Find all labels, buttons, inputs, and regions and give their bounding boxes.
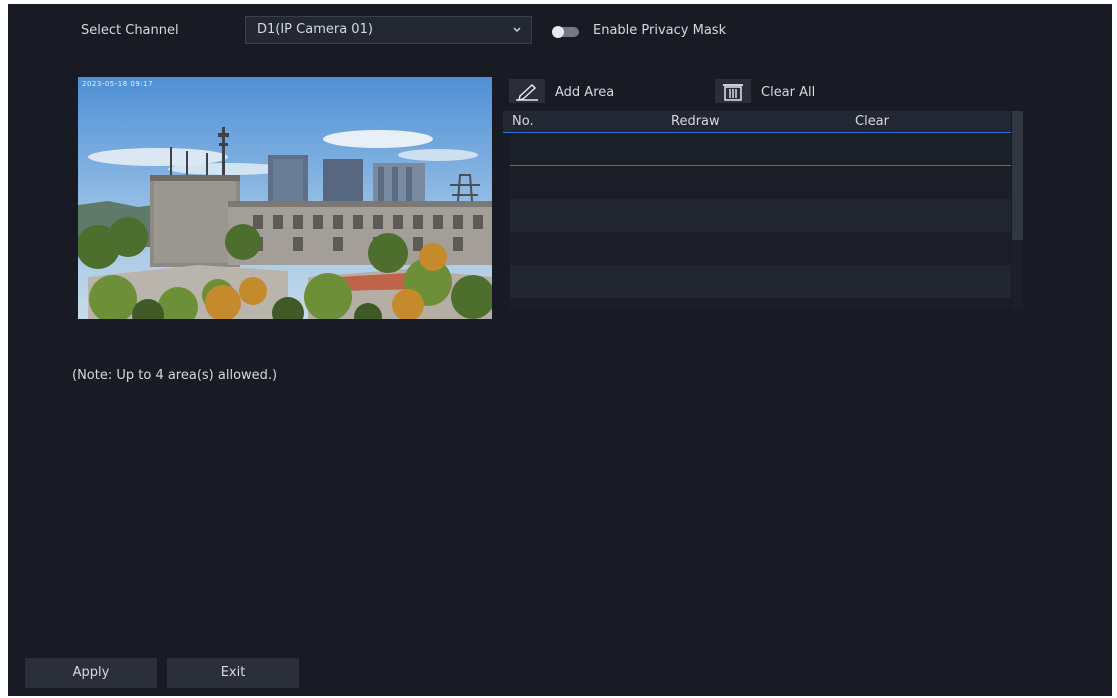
clear-all-button[interactable]: [715, 79, 751, 103]
table-scrollbar-thumb[interactable]: [1012, 111, 1023, 240]
table-row[interactable]: [510, 265, 1011, 298]
table-row[interactable]: [510, 166, 1011, 199]
table-row[interactable]: [510, 298, 1011, 309]
table-row[interactable]: [510, 199, 1011, 232]
trash-icon: [723, 84, 743, 101]
column-header-clear: Clear: [855, 114, 889, 129]
area-table: No. Redraw Clear: [503, 111, 1024, 309]
camera-preview[interactable]: 2023-05-18 09:17: [78, 77, 492, 319]
add-area-button[interactable]: [509, 79, 545, 103]
table-header: No. Redraw Clear: [503, 111, 1011, 133]
add-area-label: Add Area: [555, 85, 615, 100]
exit-button[interactable]: Exit: [167, 658, 299, 688]
toggle-knob: [552, 26, 564, 38]
camera-osd-timestamp: 2023-05-18 09:17: [82, 80, 154, 88]
channel-select[interactable]: D1(IP Camera 01): [245, 16, 532, 44]
area-limit-note: (Note: Up to 4 area(s) allowed.): [72, 368, 278, 383]
draw-pen-icon: [516, 83, 538, 102]
privacy-mask-toggle[interactable]: [552, 26, 579, 38]
camera-scene-image: [78, 77, 492, 319]
column-header-redraw: Redraw: [671, 114, 720, 129]
column-header-no: No.: [512, 114, 534, 129]
table-row[interactable]: [510, 133, 1011, 166]
clear-all-label: Clear All: [761, 85, 816, 100]
channel-select-value: D1(IP Camera 01): [257, 22, 373, 37]
chevron-down-icon: [513, 27, 521, 32]
select-channel-label: Select Channel: [81, 23, 179, 38]
apply-button[interactable]: Apply: [25, 658, 157, 688]
table-row[interactable]: [510, 232, 1011, 265]
privacy-mask-label: Enable Privacy Mask: [593, 23, 727, 38]
